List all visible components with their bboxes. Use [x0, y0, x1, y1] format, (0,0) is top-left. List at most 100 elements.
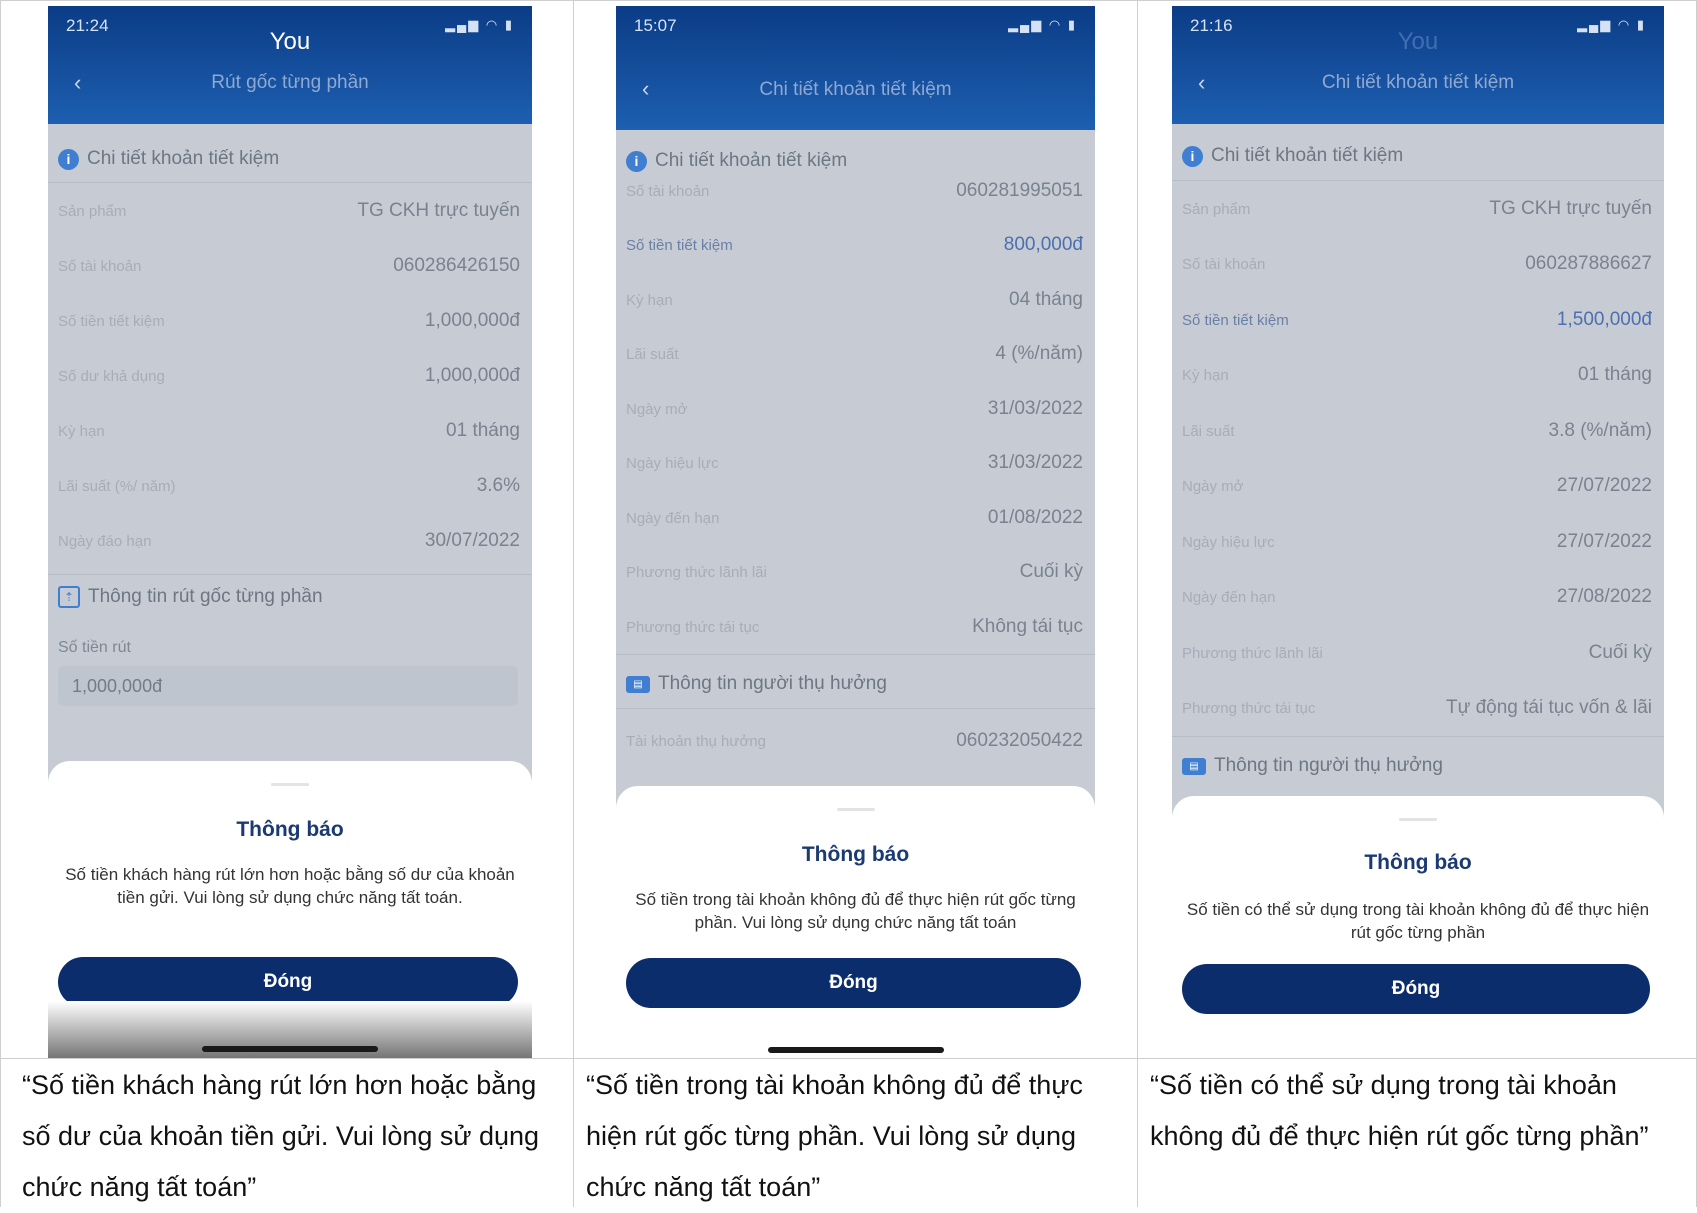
row-label: Kỳ hạn — [626, 291, 673, 309]
sheet-handle[interactable] — [1399, 818, 1437, 821]
detail-row: Số tiền tiết kiệm 800,000đ — [626, 230, 1083, 260]
row-label: Số tài khoản — [626, 182, 710, 200]
row-value: 04 tháng — [1009, 289, 1083, 310]
section-details-title: i Chi tiết khoản tiết kiệm — [58, 148, 279, 170]
section-withdraw-label: Thông tin rút gốc từng phần — [88, 586, 323, 607]
row-label: Phương thức lãnh lãi — [1182, 644, 1323, 662]
caption-3: “Số tiền có thể sử dụng trong tài khoản … — [1150, 1070, 1649, 1151]
notification-sheet: Thông báo Số tiền khách hàng rút lớn hơn… — [48, 761, 532, 1007]
app-header: 21:16 You ▂▄▆ ◠ ▮ ‹ Chi tiết khoản tiết … — [1172, 6, 1664, 124]
row-label: Lãi suất (%/ năm) — [58, 477, 176, 495]
row-label: Ngày mở — [1182, 477, 1244, 495]
divider — [1172, 180, 1664, 181]
detail-row: Số tài khoản 060281995051 — [626, 176, 1083, 206]
home-indicator — [202, 1046, 378, 1052]
caption-1: “Số tiền khách hàng rút lớn hơn hoặc bằn… — [22, 1070, 540, 1202]
detail-row: Sản phẩm TG CKH trực tuyến — [58, 196, 520, 226]
row-label: Sản phẩm — [58, 202, 127, 220]
table-divider — [1137, 0, 1138, 1207]
id-card-icon: ▤ — [1182, 757, 1206, 775]
section-details-title: i Chi tiết khoản tiết kiệm — [1182, 145, 1403, 167]
sheet-handle[interactable] — [836, 808, 875, 811]
row-value: 01/08/2022 — [987, 507, 1083, 528]
content-area: i Chi tiết khoản tiết kiệm Số tài khoản 0… — [616, 130, 1095, 810]
info-icon: i — [58, 148, 79, 170]
row-label: Tài khoản thụ hưởng — [626, 732, 766, 750]
row-label: Lãi suất — [1182, 422, 1235, 440]
divider — [1172, 736, 1664, 737]
row-value: 1,000,000đ — [424, 365, 520, 386]
detail-row: Lãi suất 3.8 (%/năm) — [1182, 416, 1652, 446]
row-value: 01 tháng — [446, 420, 520, 441]
row-value: 4 (%/năm) — [995, 343, 1083, 364]
status-time: 15:07 — [634, 16, 677, 35]
row-label: Kỳ hạn — [58, 422, 105, 440]
withdraw-amount-label: Số tiền rút — [58, 639, 131, 656]
row-value: 060286426150 — [393, 255, 520, 276]
divider — [48, 182, 532, 183]
detail-row: Lãi suất 4 (%/năm) — [626, 339, 1083, 369]
sheet-title: Thông báo — [801, 843, 910, 866]
info-icon: i — [626, 150, 647, 172]
detail-row: Lãi suất (%/ năm) 3.6% — [58, 471, 520, 501]
home-indicator — [767, 1047, 944, 1053]
row-label: Phương thức tái tục — [626, 618, 760, 636]
id-card-icon: ▤ — [626, 675, 650, 693]
close-button[interactable]: Đóng — [58, 957, 518, 1007]
section-details-title: i Chi tiết khoản tiết kiệm — [626, 150, 847, 172]
status-icons: ▂▄▆ ◠ ▮ — [1577, 17, 1646, 32]
section-beneficiary-label: Thông tin người thụ hưởng — [658, 673, 887, 694]
sheet-title: Thông báo — [1364, 851, 1472, 874]
phone-screen-2: 15:07 ▂▄▆ ◠ ▮ ‹ Chi tiết khoản tiết kiệm… — [616, 6, 1095, 1058]
app-header: 15:07 ▂▄▆ ◠ ▮ ‹ Chi tiết khoản tiết kiệm — [616, 6, 1095, 130]
row-label: Số tài khoản — [58, 257, 142, 275]
section-beneficiary-label: Thông tin người thụ hưởng — [1214, 755, 1443, 776]
row-label: Kỳ hạn — [1182, 366, 1229, 384]
row-label: Ngày hiệu lực — [1182, 533, 1275, 551]
row-label: Ngày hiệu lực — [626, 454, 719, 472]
detail-row: Ngày đáo hạn 30/07/2022 — [58, 526, 520, 556]
divider — [48, 574, 532, 575]
row-value: 060287886627 — [1525, 253, 1652, 274]
section-beneficiary-title: ▤ Thông tin người thụ hưởng — [626, 673, 887, 695]
phone-screen-1: 21:24 You ▂▄▆ ◠ ▮ ‹ Rút gốc từng phần i … — [48, 6, 532, 1058]
header-title: Rút gốc từng phần — [211, 72, 369, 93]
section-beneficiary-title: ▤ Thông tin người thụ hưởng — [1182, 755, 1443, 777]
row-value: 27/08/2022 — [1556, 586, 1652, 607]
detail-row: Tài khoản thụ hưởng 060232050422 — [626, 726, 1083, 756]
header-title: Chi tiết khoản tiết kiệm — [1321, 72, 1515, 93]
content-area: i Chi tiết khoản tiết kiệm Sản phẩm TG CK… — [1172, 124, 1664, 824]
table-divider — [0, 1058, 1697, 1059]
detail-row: Ngày hiệu lực 31/03/2022 — [626, 448, 1083, 478]
content-area: i Chi tiết khoản tiết kiệm Sản phẩm TG CK… — [48, 124, 532, 784]
divider — [616, 654, 1095, 655]
row-value: 3.6% — [476, 475, 520, 496]
detail-row: Ngày mở 31/03/2022 — [626, 394, 1083, 424]
row-value: 31/03/2022 — [987, 398, 1083, 419]
row-value: 30/07/2022 — [424, 530, 520, 551]
sheet-title: Thông báo — [236, 818, 344, 841]
sheet-handle[interactable] — [271, 783, 309, 786]
row-label: Ngày đến hạn — [626, 509, 720, 527]
row-value: 27/07/2022 — [1556, 475, 1652, 496]
row-value: 1,000,000đ — [424, 310, 520, 331]
caption-2: “Số tiền trong tài khoản không đủ để thự… — [586, 1070, 1083, 1202]
table-divider — [573, 0, 574, 1207]
table-border — [0, 0, 1697, 1]
close-button[interactable]: Đóng — [1182, 964, 1650, 1014]
detail-row: Số tiền tiết kiệm 1,500,000đ — [1182, 305, 1652, 335]
table-border — [0, 0, 1, 1207]
detail-row: Kỳ hạn 04 tháng — [626, 285, 1083, 315]
row-value: Tự động tái tục vốn & lãi — [1446, 697, 1652, 718]
divider — [616, 708, 1095, 709]
section-details-label: Chi tiết khoản tiết kiệm — [655, 150, 848, 171]
detail-row: Số dư khả dụng 1,000,000đ — [58, 361, 520, 391]
phone-screen-3: 21:16 You ▂▄▆ ◠ ▮ ‹ Chi tiết khoản tiết … — [1172, 6, 1664, 1048]
notification-sheet: Thông báo Số tiền có thể sử dụng trong t… — [1172, 796, 1664, 1048]
detail-row: Ngày đến hạn 27/08/2022 — [1182, 582, 1652, 612]
status-icons: ▂▄▆ ◠ ▮ — [445, 17, 514, 32]
close-button[interactable]: Đóng — [626, 958, 1081, 1008]
withdraw-amount-input[interactable]: 1,000,000đ — [58, 666, 518, 706]
row-value: 31/03/2022 — [987, 452, 1083, 473]
section-withdraw-title: ⇡ Thông tin rút gốc từng phần — [58, 586, 323, 608]
